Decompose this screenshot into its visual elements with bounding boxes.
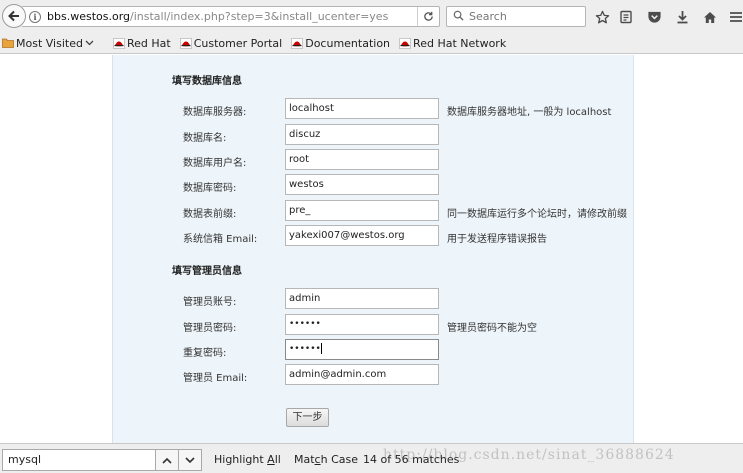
db-section-title: 填写数据库信息 bbox=[172, 76, 242, 87]
highlight-all-label: Highlight bbox=[214, 453, 268, 466]
chevron-up-icon bbox=[162, 457, 172, 464]
folder-icon bbox=[2, 38, 14, 48]
repeat-password-label: 重复密码: bbox=[183, 348, 227, 359]
url-bar[interactable]: i bbs.westos.org/install/index.php?step=… bbox=[22, 6, 440, 27]
search-icon bbox=[453, 10, 464, 24]
db-name-label: 数据库名: bbox=[183, 133, 227, 144]
admin-section-title: 填写管理员信息 bbox=[172, 266, 242, 277]
admin-email-input[interactable]: admin@admin.com bbox=[285, 364, 439, 385]
find-input[interactable]: mysql bbox=[2, 449, 156, 471]
db-server-label: 数据库服务器: bbox=[183, 107, 247, 118]
search-placeholder: Search bbox=[469, 10, 507, 23]
redhat-icon bbox=[113, 37, 125, 49]
admin-account-label: 管理员账号: bbox=[183, 297, 237, 308]
bookmark-label: Documentation bbox=[305, 36, 391, 50]
db-password-input[interactable]: westos bbox=[285, 174, 439, 195]
system-email-input[interactable]: yakexi007@westos.org bbox=[285, 225, 439, 246]
redhat-icon bbox=[291, 37, 303, 49]
site-info-icon[interactable]: i bbox=[29, 10, 41, 23]
highlight-all-toggle[interactable]: Highlight All bbox=[214, 453, 281, 466]
home-icon[interactable] bbox=[700, 7, 720, 27]
find-previous-button[interactable] bbox=[155, 449, 179, 471]
admin-email-label: 管理员 Email: bbox=[183, 373, 248, 384]
db-prefix-input[interactable]: pre_ bbox=[285, 200, 439, 221]
back-arrow-icon bbox=[8, 10, 19, 22]
chevron-down-icon bbox=[185, 456, 195, 463]
back-button[interactable] bbox=[2, 4, 26, 28]
find-next-button[interactable] bbox=[178, 449, 202, 471]
download-icon[interactable] bbox=[672, 7, 692, 27]
db-server-input[interactable]: localhost bbox=[285, 98, 439, 119]
redhat-icon bbox=[179, 37, 192, 49]
bookmark-label: Red Hat Network bbox=[413, 36, 507, 50]
search-input[interactable]: Search bbox=[446, 6, 586, 27]
reading-list-icon[interactable] bbox=[616, 7, 636, 27]
bookmark-red-hat[interactable]: Red Hat bbox=[113, 37, 171, 50]
bookmark-label: Red Hat bbox=[126, 36, 171, 50]
next-step-button[interactable]: 下一步 bbox=[286, 408, 329, 427]
db-name-input[interactable]: discuz bbox=[285, 124, 439, 145]
pocket-icon[interactable] bbox=[644, 7, 664, 27]
system-email-label: 系统信箱 Email: bbox=[183, 234, 258, 245]
db-server-hint: 数据库服务器地址, 一般为 localhost bbox=[447, 107, 612, 118]
bookmark-label: Most Visited bbox=[16, 36, 83, 50]
reload-icon[interactable] bbox=[417, 7, 439, 26]
bookmark-documentation[interactable]: Documentation bbox=[291, 37, 390, 50]
find-bar: mysql Highlight All Match Case 14 of 56 … bbox=[0, 443, 743, 473]
bookmark-customer-portal[interactable]: Customer Portal bbox=[179, 36, 283, 50]
url-host: bbs.westos.org bbox=[47, 10, 130, 23]
menu-icon[interactable] bbox=[726, 7, 743, 27]
repeat-password-input[interactable]: •••••• bbox=[285, 339, 439, 360]
match-case-label: Mat bbox=[294, 453, 315, 466]
db-user-input[interactable]: root bbox=[285, 149, 439, 170]
match-case-label-rest: h Case bbox=[320, 453, 358, 466]
page-content: 填写数据库信息 数据库服务器: localhost 数据库服务器地址, 一般为 … bbox=[0, 55, 743, 443]
system-email-hint: 用于发送程序错误报告 bbox=[447, 234, 547, 245]
highlight-all-accesskey: A bbox=[267, 453, 275, 466]
bookmark-red-hat-network[interactable]: Red Hat Network bbox=[399, 37, 506, 50]
db-prefix-hint: 同一数据库运行多个论坛时，请修改前缀 bbox=[447, 209, 627, 220]
navigation-toolbar: i bbs.westos.org/install/index.php?step=… bbox=[0, 0, 743, 33]
bookmark-most-visited[interactable]: Most Visited bbox=[2, 37, 94, 50]
bookmarks-toolbar: Most Visited Red Hat Customer Portal Doc… bbox=[0, 33, 743, 54]
chevron-down-icon bbox=[85, 40, 94, 46]
url-path: /install/index.php?step=3&install_ucente… bbox=[130, 10, 389, 23]
admin-password-label: 管理员密码: bbox=[183, 323, 237, 334]
match-case-toggle[interactable]: Match Case bbox=[294, 453, 358, 466]
highlight-all-label-rest: ll bbox=[274, 453, 281, 466]
db-prefix-label: 数据表前缀: bbox=[183, 209, 237, 220]
repeat-password-value: •••••• bbox=[289, 344, 321, 354]
db-password-label: 数据库密码: bbox=[183, 183, 237, 194]
bookmark-label: Customer Portal bbox=[193, 36, 283, 50]
admin-password-input[interactable]: •••••• bbox=[285, 314, 439, 335]
text-caret bbox=[320, 343, 322, 354]
watermark: http://blog.csdn.net/sinat_36888624 bbox=[383, 447, 675, 463]
admin-account-input[interactable]: admin bbox=[285, 288, 439, 309]
redhat-icon bbox=[399, 37, 411, 49]
bookmark-star-icon[interactable] bbox=[592, 7, 612, 27]
db-user-label: 数据库用户名: bbox=[183, 158, 247, 169]
admin-password-hint: 管理员密码不能为空 bbox=[447, 323, 537, 334]
